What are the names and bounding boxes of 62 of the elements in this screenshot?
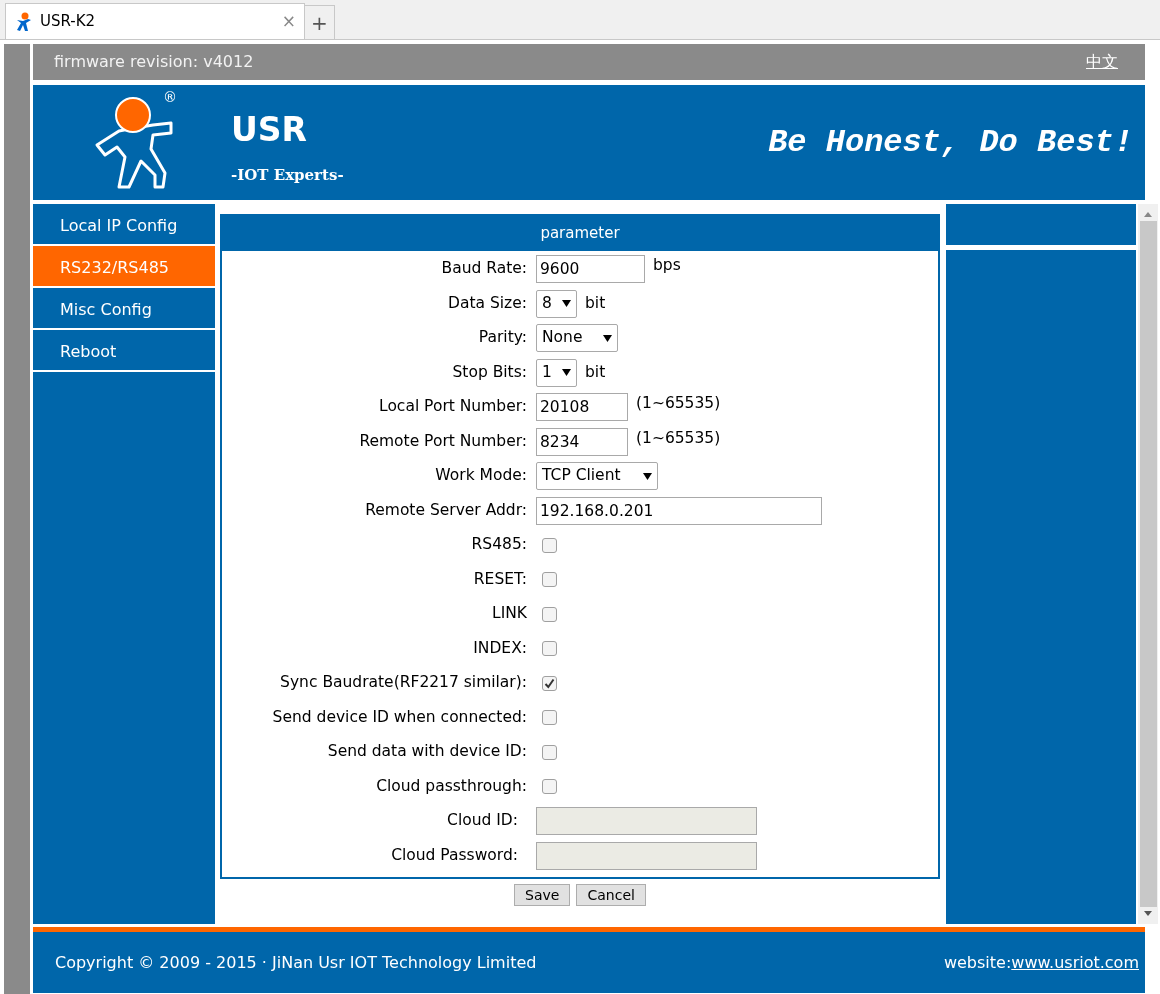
unit-text: bit [585, 292, 606, 314]
sidebar-item[interactable]: Reboot [33, 330, 215, 372]
field-label: Data Size: [447, 292, 527, 314]
unit-text: bps [653, 255, 681, 277]
tab-title: USR-K2 [40, 11, 97, 33]
unit-text: bit [585, 361, 606, 383]
browser-tab[interactable]: USR-K2 × [5, 3, 305, 39]
input-field[interactable]: 8234 [536, 427, 628, 456]
unit-text: (1~65535) [636, 427, 721, 449]
panel-title: parameter [222, 216, 938, 251]
sidebar-item[interactable]: Misc Config [33, 288, 215, 330]
checkbox[interactable] [542, 710, 557, 725]
field-label: Send data with device ID: [326, 741, 527, 763]
input-field[interactable]: 20108 [536, 393, 628, 421]
field-label: Cloud Password: [390, 844, 519, 866]
field-label: Send device ID when connected: [271, 706, 527, 728]
field-label: Sync Baudrate(RF2217 similar): [279, 672, 527, 694]
field-label: INDEX: [472, 637, 527, 659]
checkbox[interactable] [542, 779, 557, 794]
cancel-button[interactable]: Cancel [576, 883, 646, 906]
field-label: RS485: [470, 534, 527, 556]
website-link[interactable]: www.usriot.com [1011, 950, 1139, 975]
dropdown[interactable]: None [536, 324, 618, 352]
field-label: RESET: [472, 568, 527, 590]
input-field[interactable]: 9600 [536, 255, 645, 283]
field-label: LINK [491, 603, 527, 625]
new-tab-button[interactable]: + [305, 5, 335, 39]
scroll-down-icon[interactable] [1143, 910, 1153, 918]
slogan: Be Honest, Do Best! [768, 122, 1133, 163]
dropdown[interactable]: 8 [536, 289, 577, 318]
checkbox[interactable] [542, 641, 557, 656]
field-label: Cloud ID: [446, 810, 519, 832]
field-label: Remote Server Addr: [364, 499, 527, 521]
website-label: website: [943, 951, 1012, 974]
save-button[interactable]: Save [514, 883, 571, 906]
checkbox[interactable] [542, 606, 557, 622]
caret-icon [562, 300, 571, 307]
checkbox[interactable] [542, 572, 557, 587]
caret-icon [643, 472, 652, 480]
field-label: Local Port Number: [378, 396, 527, 418]
dropdown[interactable]: 1 [536, 358, 577, 387]
caret-icon [603, 334, 612, 342]
registered-mark: ® [163, 87, 177, 107]
dropdown[interactable]: TCP Client [536, 462, 658, 490]
checkbox[interactable] [542, 675, 557, 691]
brand-name: USR [231, 112, 308, 146]
checkbox[interactable] [542, 744, 557, 760]
field-label: Cloud passthrough: [375, 775, 527, 797]
caret-icon [562, 369, 571, 376]
close-tab-button[interactable]: × [281, 13, 296, 30]
tagline: -IOT Experts- [231, 164, 344, 186]
copyright-text: Copyright © 2009 - 2015 · JiNan Usr IOT Technology Limited [55, 951, 537, 974]
scroll-up-icon[interactable] [1143, 210, 1153, 218]
field-label: Parity: [477, 327, 527, 349]
firmware-revision: firmware revision: v4012 [54, 51, 254, 73]
field-label: Baud Rate: [440, 258, 527, 280]
field-label: Stop Bits: [451, 361, 527, 383]
field-label: Work Mode: [434, 465, 527, 487]
field-label: Remote Port Number: [358, 430, 527, 452]
unit-text: (1~65535) [636, 393, 721, 415]
checkbox[interactable] [542, 537, 557, 553]
input-field[interactable]: 192.168.0.201 [536, 496, 822, 525]
